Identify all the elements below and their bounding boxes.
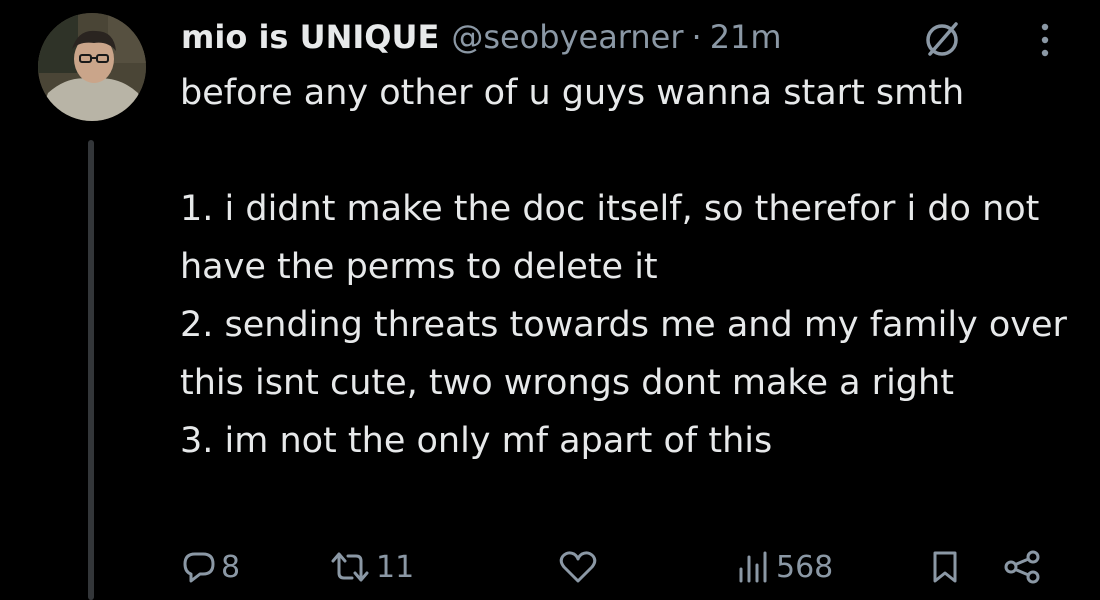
views-count: 568 [776, 549, 834, 585]
views-button[interactable]: 568 [736, 545, 833, 589]
bookmark-icon [927, 549, 963, 585]
reply-count: 8 [221, 549, 241, 585]
author-display-name[interactable]: mio is UNIQUE [181, 18, 439, 56]
retweet-icon [328, 549, 372, 585]
views-icon [736, 549, 772, 585]
tweet-point-2: 2. sending threats towards me and my fam… [180, 305, 1067, 403]
share-button[interactable] [1002, 545, 1042, 589]
like-button[interactable] [558, 545, 598, 589]
tweet-intro: before any other of u guys wanna start s… [180, 73, 965, 113]
reply-button[interactable]: 8 [181, 545, 240, 589]
reply-icon [181, 549, 217, 585]
bookmark-button[interactable] [927, 545, 963, 589]
post-time[interactable]: 21m [710, 18, 782, 56]
retweet-button[interactable]: 11 [328, 545, 414, 589]
tweet-header: mio is UNIQUE @seobyearner · 21m [181, 12, 782, 62]
more-icon[interactable] [1030, 18, 1060, 62]
avatar[interactable] [38, 13, 146, 121]
tweet-text: before any other of u guys wanna start s… [180, 64, 1080, 470]
tweet-point-1: 1. i didnt make the doc itself, so there… [180, 189, 1040, 287]
author-handle[interactable]: @seobyearner [451, 18, 683, 56]
tweet-point-3: 3. im not the only mf apart of this [180, 421, 773, 461]
like-icon [558, 549, 598, 585]
separator-dot: · [691, 18, 702, 56]
thread-line [88, 140, 94, 600]
ghost-icon[interactable] [920, 18, 964, 62]
retweet-count: 11 [376, 549, 415, 585]
share-icon [1002, 549, 1042, 585]
